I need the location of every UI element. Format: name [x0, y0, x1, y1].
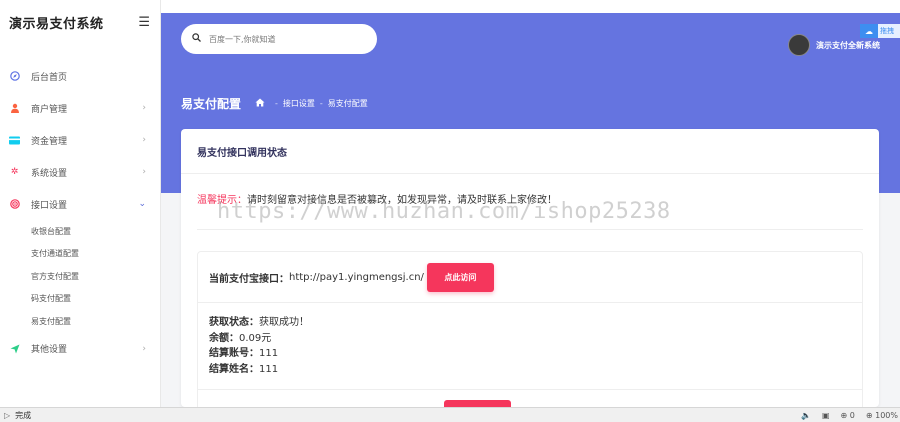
- account-row: 结算账号：111: [209, 346, 862, 362]
- sidebar-item-system[interactable]: ✲ 系统设置 ›: [0, 156, 160, 188]
- card-title: 易支付接口调用状态: [181, 129, 879, 174]
- zoom-level: 100%: [875, 411, 898, 420]
- chevron-right-icon: ›: [142, 135, 146, 145]
- status-card: 易支付接口调用状态 温馨提示：请时刻留意对接信息是否被篡改，如发现异常，请及时联…: [181, 129, 879, 407]
- notice-text: 温馨提示：请时刻留意对接信息是否被篡改，如发现异常，请及时联系上家修改！: [197, 191, 557, 206]
- download-indicator[interactable]: ⊕ 0: [841, 411, 855, 420]
- account-value: 111: [259, 348, 279, 359]
- sidebar-item-label: 系统设置: [31, 168, 68, 179]
- sidebar-item-other[interactable]: 其他设置 ›: [0, 333, 160, 365]
- compass-icon: [9, 71, 20, 82]
- play-icon: ▷: [4, 410, 11, 420]
- name-row: 结算姓名：111: [209, 362, 862, 378]
- chevron-right-icon: ›: [142, 103, 146, 113]
- sidebar-nav: 后台首页 商户管理 › 资金管理 › ✲ 系统设置 › 接口设置 ⌄: [0, 60, 160, 220]
- divider: [197, 229, 863, 230]
- search-icon: [192, 33, 201, 45]
- home-icon[interactable]: [255, 98, 265, 110]
- panel-footer-divider: [198, 389, 862, 390]
- target-icon: [9, 199, 20, 210]
- subnav-item-cashier[interactable]: 收银台配置: [31, 220, 160, 243]
- browser-status-bar: ▷ 完成 🔈 ▣ ⊕ 0 ⊕ 100%: [0, 407, 900, 422]
- sidebar-item-label: 接口设置: [31, 200, 68, 211]
- page-title: 易支付配置: [181, 97, 242, 111]
- download-icon: ⊕: [840, 411, 848, 420]
- notice-warning-label: 温馨提示：: [197, 195, 247, 206]
- sidebar-item-label: 商户管理: [31, 104, 68, 115]
- sidebar-item-label: 资金管理: [31, 136, 68, 147]
- visit-button[interactable]: 点此访问: [426, 262, 494, 292]
- corner-badge-text: 拖拽: [878, 24, 900, 38]
- status-value: 获取成功！: [259, 317, 309, 328]
- zoom-control[interactable]: ⊕ 100%: [866, 411, 898, 420]
- send-icon: [9, 343, 20, 354]
- search-box[interactable]: [181, 24, 377, 54]
- notice-message: 请时刻留意对接信息是否被篡改，如发现异常，请及时联系上家修改！: [247, 195, 557, 206]
- search-input[interactable]: [209, 34, 359, 44]
- sidebar-item-dashboard[interactable]: 后台首页: [0, 60, 160, 92]
- user-name: 演示支付全新系统: [816, 40, 880, 50]
- balance-value: 0.09元: [239, 332, 272, 344]
- breadcrumb-item-interface[interactable]: 接口设置: [283, 98, 315, 109]
- interface-row: 当前支付宝接口： http://pay1.yingmengsj.cn/ 点此访问: [198, 252, 862, 303]
- account-key: 结算账号：: [209, 348, 259, 359]
- sidebar-item-label: 后台首页: [31, 72, 68, 83]
- name-key: 结算姓名：: [209, 363, 259, 375]
- sidebar-item-funds[interactable]: 资金管理 ›: [0, 124, 160, 156]
- speaker-icon[interactable]: 🔈: [801, 411, 811, 420]
- interface-panel: 当前支付宝接口： http://pay1.yingmengsj.cn/ 点此访问…: [197, 251, 863, 407]
- page-heading: 易支付配置 - 接口设置 - 易支付配置: [181, 95, 368, 112]
- breadcrumb-item-epay: 易支付配置: [327, 99, 368, 108]
- status-bar-tools: 🔈 ▣ ⊕ 0 ⊕ 100%: [801, 408, 898, 422]
- status-row: 获取状态：获取成功！: [209, 315, 862, 331]
- subnav-item-channels[interactable]: 支付通道配置: [31, 243, 160, 266]
- chevron-right-icon: ›: [142, 167, 146, 177]
- avatar[interactable]: [788, 34, 810, 56]
- download-count: 0: [849, 411, 855, 420]
- brand-bar: 演示易支付系统 ☰: [0, 0, 160, 45]
- name-value: 111: [259, 363, 279, 375]
- sidebar-subnav: 收银台配置 支付通道配置 官方支付配置 码支付配置 易支付配置: [0, 220, 160, 333]
- balance-key: 余额：: [209, 332, 239, 344]
- sidebar-item-label: 其他设置: [31, 345, 68, 355]
- lock-icon[interactable]: ▣: [822, 411, 830, 420]
- chevron-down-icon: ⌄: [138, 199, 146, 209]
- status-info: 获取状态：获取成功！ 余额：0.09元 结算账号：111 结算姓名：111: [198, 303, 862, 377]
- breadcrumb-separator: -: [275, 99, 278, 108]
- sidebar-item-merchants[interactable]: 商户管理 ›: [0, 92, 160, 124]
- breadcrumb-separator: -: [319, 99, 323, 108]
- balance-row: 余额：0.09元: [209, 331, 862, 347]
- subnav-item-codepay[interactable]: 码支付配置: [31, 288, 160, 311]
- subnav-item-official[interactable]: 官方支付配置: [31, 265, 160, 288]
- sidebar-item-interface[interactable]: 接口设置 ⌄: [0, 188, 160, 220]
- status-key: 获取状态：: [209, 317, 259, 328]
- corner-badge[interactable]: ☁ 拖拽: [860, 24, 900, 38]
- breadcrumb: - 接口设置 - 易支付配置: [255, 98, 368, 110]
- interface-label: 当前支付宝接口：: [209, 273, 289, 285]
- interface-url: http://pay1.yingmengsj.cn/: [289, 271, 424, 283]
- sidebar: 演示易支付系统 ☰ 后台首页 商户管理 › 资金管理 › ✲ 系统设置 › 接口…: [0, 0, 161, 407]
- status-text: 完成: [15, 410, 32, 420]
- chevron-right-icon: ›: [142, 343, 146, 354]
- sidebar-nav-bottom: 其他设置 ›: [0, 333, 160, 365]
- app-title: 演示易支付系统: [9, 17, 104, 32]
- top-strip: [161, 0, 900, 13]
- card-icon: [9, 135, 20, 146]
- subnav-item-epay[interactable]: 易支付配置: [31, 310, 160, 333]
- app-root: 演示易支付系统 ☰ 后台首页 商户管理 › 资金管理 › ✲ 系统设置 › 接口…: [0, 0, 900, 422]
- footer-button[interactable]: [444, 400, 511, 407]
- gear-icon: ✲: [10, 167, 19, 177]
- cloud-icon: ☁: [860, 24, 878, 38]
- menu-icon[interactable]: ☰: [138, 15, 150, 30]
- zoom-icon: ⊕: [865, 411, 873, 420]
- user-icon: [9, 103, 20, 114]
